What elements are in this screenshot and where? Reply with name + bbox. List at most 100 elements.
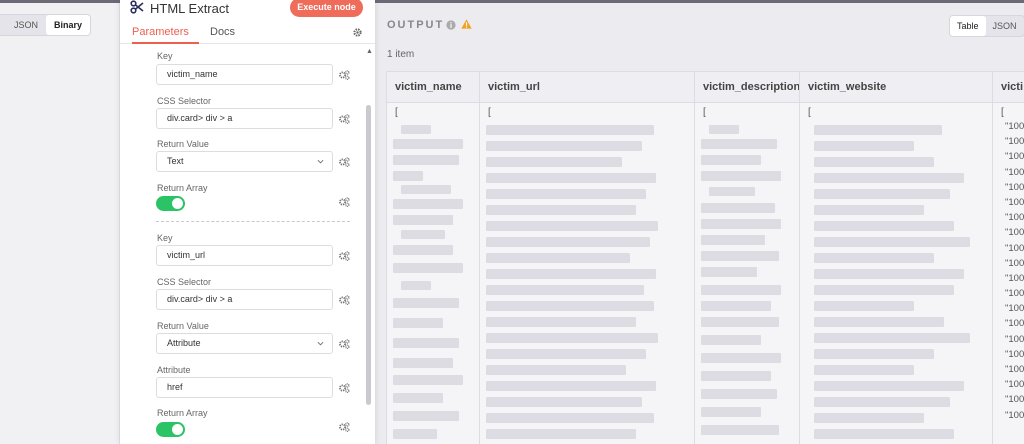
redacted-block	[701, 171, 781, 181]
redacted-block	[701, 353, 781, 363]
scrollbar[interactable]	[366, 105, 371, 405]
chevron-down-icon	[317, 341, 324, 346]
return-value-select[interactable]: Text	[156, 151, 333, 172]
redacted-block	[814, 381, 964, 391]
array-value: "100	[1005, 288, 1024, 300]
attribute-input[interactable]: href	[156, 377, 333, 398]
array-open-bracket: [	[808, 107, 811, 118]
redacted-block	[401, 185, 451, 194]
array-value: "100	[1005, 318, 1024, 330]
input-tab-json[interactable]: JSON	[6, 15, 46, 35]
redacted-block	[486, 189, 646, 199]
css-selector-input[interactable]: div.card> div > a	[156, 108, 333, 129]
table-cell: [	[800, 103, 992, 439]
array-value: "100	[1005, 121, 1024, 132]
redacted-block	[701, 203, 775, 213]
redacted-block	[701, 389, 777, 399]
execute-node-button[interactable]: Execute node	[290, 0, 363, 17]
redacted-block	[393, 245, 453, 255]
array-value: "100	[1005, 409, 1024, 421]
return-array-toggle[interactable]	[156, 422, 185, 437]
output-view-toggle[interactable]: Table JSON	[949, 15, 1024, 37]
info-icon[interactable]	[446, 20, 456, 30]
redacted-block	[701, 407, 761, 417]
expression-gear-icon[interactable]	[338, 382, 350, 394]
field-divider	[156, 221, 350, 222]
array-value: "100	[1005, 227, 1024, 239]
redacted-block	[393, 318, 443, 328]
settings-gear-icon[interactable]	[352, 27, 363, 38]
array-value: "100	[1005, 379, 1024, 391]
array-value: "100	[1005, 257, 1024, 269]
expression-gear-icon[interactable]	[338, 338, 350, 350]
redacted-block	[701, 317, 779, 327]
redacted-block	[486, 301, 654, 311]
redacted-block	[814, 189, 950, 199]
array-open-bracket: [	[395, 107, 398, 118]
redacted-block	[401, 125, 431, 134]
return-array-label: Return Array	[157, 408, 208, 418]
key-label: Key	[157, 51, 173, 61]
scroll-up-icon[interactable]: ▲	[366, 48, 373, 55]
return-array-toggle[interactable]	[156, 196, 185, 211]
css-selector-label: CSS Selector	[157, 277, 212, 287]
redacted-block	[393, 171, 423, 181]
redacted-block	[701, 219, 781, 229]
redacted-block	[393, 199, 463, 209]
expression-gear-icon[interactable]	[338, 250, 350, 262]
array-open-bracket: [	[1001, 107, 1004, 118]
warning-icon[interactable]	[461, 19, 472, 29]
redacted-block	[486, 349, 646, 359]
input-view-toggle[interactable]: able JSON Binary	[0, 14, 92, 36]
redacted-block	[486, 317, 636, 327]
array-value: "100	[1005, 303, 1024, 315]
redacted-block	[486, 397, 642, 407]
input-tab-binary[interactable]: Binary	[46, 15, 91, 35]
expression-gear-icon[interactable]	[338, 113, 350, 125]
view-tab-table[interactable]: Table	[950, 16, 986, 36]
redacted-block	[814, 349, 934, 359]
array-value: "100	[1005, 151, 1024, 163]
redacted-block	[393, 155, 459, 165]
node-header: HTML Extract Execute node	[120, 0, 375, 18]
redacted-block	[709, 187, 755, 196]
redacted-block	[709, 125, 739, 134]
view-tab-json[interactable]: JSON	[986, 16, 1024, 36]
redacted-block	[486, 365, 626, 375]
array-value: "100	[1005, 364, 1024, 375]
redacted-block	[814, 413, 924, 423]
output-panel: OUTPUT Table JSON 1 item victim_name [v…	[375, 3, 1024, 444]
tab-parameters[interactable]: Parameters	[132, 26, 189, 38]
return-value-select[interactable]: Attribute	[156, 333, 333, 354]
key-input[interactable]: victim_name	[156, 64, 333, 85]
array-value: "100	[1005, 394, 1024, 406]
redacted-block	[393, 298, 459, 308]
redacted-block	[486, 173, 656, 183]
key-input[interactable]: victim_url	[156, 245, 333, 266]
redacted-block	[701, 139, 777, 149]
redacted-block	[701, 371, 771, 381]
redacted-block	[393, 411, 459, 421]
redacted-block	[814, 397, 950, 407]
redacted-block	[401, 230, 445, 239]
tab-docs[interactable]: Docs	[210, 26, 235, 38]
redacted-block	[701, 301, 771, 311]
redacted-block	[486, 285, 644, 295]
redacted-block	[814, 173, 964, 183]
expression-gear-icon[interactable]	[338, 69, 350, 81]
return-value-selected: Text	[167, 156, 184, 166]
redacted-block	[701, 285, 781, 295]
array-value: "100	[1005, 136, 1024, 148]
redacted-block	[814, 157, 934, 167]
redacted-block	[486, 221, 658, 231]
redacted-block	[814, 205, 924, 215]
redacted-block	[814, 285, 954, 295]
redacted-block	[814, 253, 934, 263]
redacted-block	[486, 141, 642, 151]
expression-gear-icon[interactable]	[338, 421, 350, 433]
expression-gear-icon[interactable]	[338, 196, 350, 208]
css-selector-input[interactable]: div.card> div > a	[156, 289, 333, 310]
array-value: "100	[1005, 272, 1024, 284]
expression-gear-icon[interactable]	[338, 156, 350, 168]
expression-gear-icon[interactable]	[338, 294, 350, 306]
